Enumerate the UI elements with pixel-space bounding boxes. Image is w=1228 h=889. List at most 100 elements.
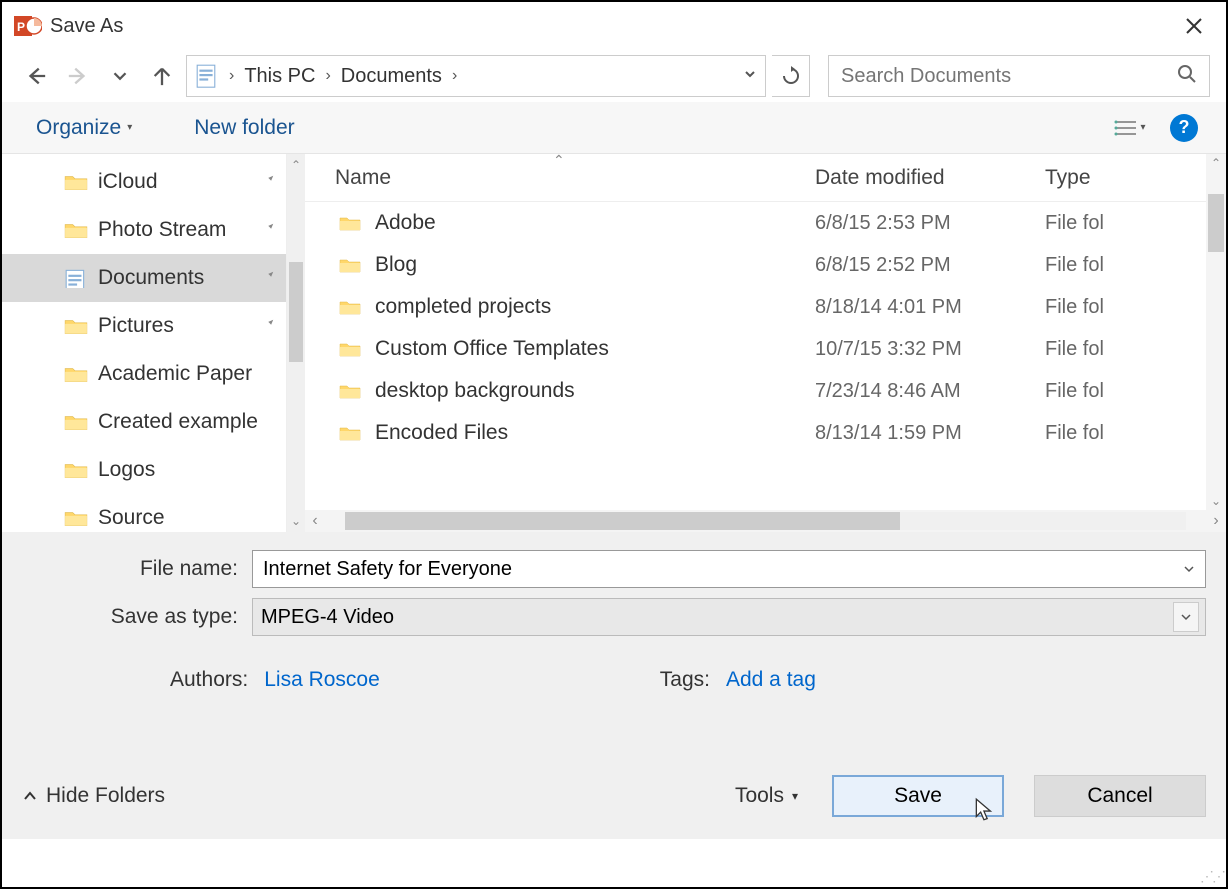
sidebar-item-label: Created example <box>98 410 258 434</box>
file-name: desktop backgrounds <box>375 379 575 403</box>
close-button[interactable] <box>1174 6 1214 46</box>
new-folder-button[interactable]: New folder <box>188 112 300 144</box>
sidebar-item-icloud[interactable]: iCloud <box>2 158 286 206</box>
pin-icon <box>262 269 276 288</box>
horizontal-scrollbar[interactable]: ‹ › <box>305 510 1226 532</box>
vertical-scrollbar[interactable]: ⌃ ⌄ <box>1206 154 1226 510</box>
filename-input[interactable]: Internet Safety for Everyone <box>252 550 1206 588</box>
svg-text:P: P <box>17 20 25 34</box>
recent-dropdown[interactable] <box>102 58 138 94</box>
type-dropdown-icon[interactable] <box>1173 602 1199 632</box>
chevron-right-icon: › <box>442 67 467 85</box>
sidebar-item-label: iCloud <box>98 170 158 194</box>
sidebar-item-source[interactable]: Source <box>2 494 286 532</box>
filename-dropdown-icon[interactable] <box>1183 558 1195 581</box>
column-name[interactable]: Name <box>305 166 815 190</box>
forward-button[interactable] <box>60 58 96 94</box>
back-button[interactable] <box>18 58 54 94</box>
folder-icon <box>64 220 88 240</box>
sidebar-item-label: Documents <box>98 266 204 290</box>
footer: Hide Folders Tools▾ Save Cancel <box>22 765 1206 831</box>
sidebar-scrollbar[interactable]: ⌃ ⌄ <box>287 154 305 532</box>
hide-folders-button[interactable]: Hide Folders <box>22 784 165 808</box>
column-date[interactable]: Date modified <box>815 166 1045 190</box>
folder-icon <box>339 256 361 274</box>
file-type: File fol <box>1045 212 1226 235</box>
folder-icon <box>64 460 88 480</box>
window-title: Save As <box>50 15 1174 38</box>
folder-icon <box>339 340 361 358</box>
tags-label: Tags: <box>660 668 710 692</box>
tools-menu[interactable]: Tools▾ <box>735 784 798 808</box>
column-type[interactable]: Type <box>1045 166 1226 190</box>
file-date: 6/8/15 2:53 PM <box>815 212 1045 235</box>
folder-icon <box>339 298 361 316</box>
file-row[interactable]: Blog 6/8/15 2:52 PMFile fol <box>305 244 1226 286</box>
file-type: File fol <box>1045 296 1226 319</box>
sidebar-item-documents[interactable]: Documents <box>2 254 286 302</box>
cancel-button[interactable]: Cancel <box>1034 775 1206 817</box>
file-row[interactable]: Adobe6/8/15 2:53 PMFile fol <box>305 202 1226 244</box>
folder-icon <box>64 364 88 384</box>
sidebar-item-label: Photo Stream <box>98 218 226 242</box>
view-options-button[interactable]: ▾ <box>1106 112 1154 144</box>
file-row[interactable]: Custom Office Templates10/7/15 3:32 PMFi… <box>305 328 1226 370</box>
powerpoint-icon: P <box>14 12 42 40</box>
file-type: File fol <box>1045 380 1226 403</box>
sidebar-item-pictures[interactable]: Pictures <box>2 302 286 350</box>
folder-icon <box>64 268 88 288</box>
save-button[interactable]: Save <box>832 775 1004 817</box>
sidebar-tree: iCloud Photo Stream Documents Pictures Acade… <box>2 154 287 532</box>
file-row[interactable]: Encoded Files 8/13/14 1:59 PMFile fol <box>305 412 1226 454</box>
filename-label: File name: <box>22 557 252 581</box>
sidebar-item-label: Pictures <box>98 314 174 338</box>
authors-value[interactable]: Lisa Roscoe <box>264 668 380 692</box>
search-icon <box>1177 64 1197 89</box>
resize-grip-icon[interactable]: ⋰⋰ <box>1200 868 1224 885</box>
pin-icon <box>262 317 276 336</box>
folder-icon <box>64 172 88 192</box>
refresh-button[interactable] <box>772 55 810 97</box>
sidebar-item-photo-stream[interactable]: Photo Stream <box>2 206 286 254</box>
file-pane: ⌃ Name Date modified Type Adobe6/8/15 2:… <box>305 154 1226 532</box>
breadcrumb-bar[interactable]: › This PC › Documents › <box>186 55 766 97</box>
tags-value[interactable]: Add a tag <box>726 668 816 692</box>
toolbar: Organize▾ New folder ▾ ? <box>2 102 1226 154</box>
file-name: Encoded Files <box>375 421 508 445</box>
main-content: iCloud Photo Stream Documents Pictures Acade… <box>2 154 1226 532</box>
chevron-right-icon: › <box>315 67 340 85</box>
folder-icon <box>64 412 88 432</box>
organize-menu[interactable]: Organize▾ <box>30 112 138 144</box>
titlebar: P Save As <box>2 2 1226 50</box>
breadcrumb-dropdown[interactable] <box>743 67 757 86</box>
save-as-type-combo[interactable]: MPEG-4 Video <box>252 598 1206 636</box>
up-button[interactable] <box>144 58 180 94</box>
file-row[interactable]: desktop backgrounds 7/23/14 8:46 AMFile f… <box>305 370 1226 412</box>
folder-icon <box>339 382 361 400</box>
sidebar-item-academic-paper[interactable]: Academic Paper <box>2 350 286 398</box>
file-date: 7/23/14 8:46 AM <box>815 380 1045 403</box>
pin-icon <box>262 173 276 192</box>
sidebar-item-label: Academic Paper <box>98 362 252 386</box>
sidebar-item-logos[interactable]: Logos <box>2 446 286 494</box>
folder-icon <box>339 424 361 442</box>
file-type: File fol <box>1045 422 1226 445</box>
file-date: 6/8/15 2:52 PM <box>815 254 1045 277</box>
column-headers: ⌃ Name Date modified Type <box>305 154 1226 202</box>
sidebar-item-label: Logos <box>98 458 155 482</box>
file-date: 8/18/14 4:01 PM <box>815 296 1045 319</box>
file-name: Blog <box>375 253 417 277</box>
breadcrumb-documents[interactable]: Documents <box>341 65 442 88</box>
search-box[interactable] <box>828 55 1210 97</box>
file-name: completed projects <box>375 295 551 319</box>
folder-icon <box>339 214 361 232</box>
file-row[interactable]: completed projects 8/18/14 4:01 PMFile fo… <box>305 286 1226 328</box>
search-input[interactable] <box>841 65 1177 88</box>
file-date: 8/13/14 1:59 PM <box>815 422 1045 445</box>
file-type: File fol <box>1045 254 1226 277</box>
help-button[interactable]: ? <box>1170 114 1198 142</box>
sidebar-item-created-example[interactable]: Created example <box>2 398 286 446</box>
save-as-type-label: Save as type: <box>22 605 252 629</box>
file-type: File fol <box>1045 338 1226 361</box>
breadcrumb-this-pc[interactable]: This PC <box>244 65 315 88</box>
